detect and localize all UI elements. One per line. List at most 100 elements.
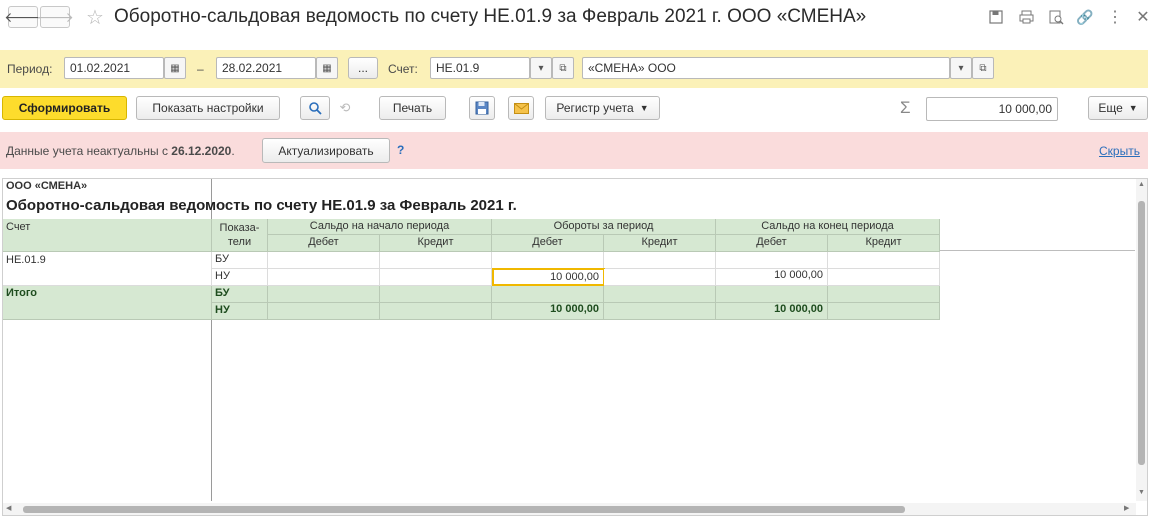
hide-link[interactable]: Скрыть	[1099, 144, 1140, 158]
register-dropdown-button[interactable]: Регистр учета ▼	[545, 96, 660, 120]
header-turnover: Обороты за период	[492, 219, 716, 235]
organization-dropdown-button[interactable]: ▾	[950, 57, 972, 79]
totals-label[interactable]: Итого	[3, 286, 212, 320]
period-to-input[interactable]: 28.02.2021	[216, 57, 316, 79]
calendar-icon: ▦	[170, 62, 180, 74]
more-label: Еще	[1098, 101, 1123, 115]
account-input[interactable]: НЕ.01.9	[430, 57, 530, 79]
close-icon[interactable]: ✕	[1133, 7, 1153, 27]
totals-indicator[interactable]: НУ	[212, 303, 268, 320]
report-title: Оборотно-сальдовая ведомость по счету НЕ…	[6, 197, 517, 214]
scroll-up-icon[interactable]: ▲	[1138, 181, 1145, 188]
search-button[interactable]	[300, 96, 330, 120]
calendar-to-button[interactable]: ▦	[316, 57, 338, 79]
header-opening-credit: Кредит	[380, 235, 492, 252]
link-icon[interactable]: 🔗	[1075, 7, 1095, 27]
row-account[interactable]: НЕ.01.9	[3, 252, 212, 286]
totals-indicator[interactable]: БУ	[212, 286, 268, 303]
vertical-scroll-thumb[interactable]	[1138, 201, 1145, 465]
print-button[interactable]: Печать	[379, 96, 446, 120]
kebab-icon[interactable]: ⋮	[1105, 7, 1125, 27]
table-cell[interactable]	[268, 269, 380, 286]
header-opening-debit: Дебет	[268, 235, 380, 252]
period-label: Период:	[7, 62, 53, 76]
alert-date: 26.12.2020	[171, 144, 232, 158]
open-icon: ⧉	[979, 62, 987, 74]
period-from-input[interactable]: 01.02.2021	[64, 57, 164, 79]
search-icon	[309, 102, 322, 115]
totals-cell[interactable]	[604, 286, 716, 303]
selected-cell[interactable]: 10 000,00	[492, 268, 605, 286]
email-button[interactable]	[508, 96, 534, 120]
totals-cell[interactable]: 10 000,00	[492, 303, 604, 320]
chevron-down-icon: ▾	[538, 62, 544, 74]
horizontal-scrollbar[interactable]: ◀ ▶	[3, 503, 1136, 515]
preview-icon[interactable]	[1046, 7, 1066, 27]
totals-cell[interactable]: 10 000,00	[716, 303, 828, 320]
calendar-icon: ▦	[322, 62, 332, 74]
table-cell[interactable]	[716, 252, 828, 269]
totals-cell[interactable]	[492, 286, 604, 303]
totals-cell[interactable]	[716, 286, 828, 303]
period-dash: –	[197, 62, 204, 76]
search-cancel-icon[interactable]: ⟲	[334, 100, 356, 118]
chevron-down-icon: ▼	[639, 103, 649, 113]
account-dropdown-button[interactable]: ▾	[530, 57, 552, 79]
floppy-icon[interactable]	[986, 7, 1006, 27]
table-cell[interactable]	[492, 252, 604, 269]
chevron-down-icon: ▼	[1128, 103, 1138, 113]
calendar-from-button[interactable]: ▦	[164, 57, 186, 79]
period-choose-button[interactable]: ...	[348, 57, 378, 79]
show-settings-button[interactable]: Показать настройки	[136, 96, 280, 120]
header-closing-credit: Кредит	[828, 235, 940, 252]
header-closing-debit: Дебет	[716, 235, 828, 252]
back-button[interactable]: 🡐	[4, 6, 42, 28]
organization-input[interactable]: «СМЕНА» ООО	[582, 57, 950, 79]
totals-cell[interactable]	[828, 303, 940, 320]
header-closing-balance: Сальдо на конец периода	[716, 219, 940, 235]
totals-cell[interactable]	[268, 286, 380, 303]
printer-icon[interactable]	[1016, 7, 1036, 27]
row-indicator[interactable]: БУ	[212, 252, 268, 269]
outdated-data-bar: Данные учета неактуальны с 26.12.2020. А…	[0, 132, 1148, 169]
table-cell[interactable]	[828, 252, 940, 269]
chevron-down-icon: ▾	[958, 62, 964, 74]
period-bar: Период: 01.02.2021 ▦ – 28.02.2021 ▦ ... …	[0, 50, 1148, 88]
scroll-right-icon[interactable]: ▶	[1124, 504, 1129, 512]
totals-cell[interactable]	[380, 286, 492, 303]
table-cell[interactable]	[828, 269, 940, 286]
header-opening-balance: Сальдо на начало периода	[268, 219, 492, 235]
totals-cell[interactable]	[604, 303, 716, 320]
horizontal-scroll-thumb[interactable]	[23, 506, 905, 513]
favorite-star-icon[interactable]: ☆	[86, 5, 104, 30]
report-area[interactable]: ООО «СМЕНА» Оборотно-сальдовая ведомость…	[2, 178, 1148, 516]
table-cell[interactable]	[380, 269, 492, 286]
header-turnover-debit: Дебет	[492, 235, 604, 252]
table-cell[interactable]: 10 000,00	[716, 269, 828, 286]
table-cell[interactable]	[604, 269, 716, 286]
scroll-left-icon[interactable]: ◀	[6, 504, 11, 512]
organization-open-button[interactable]: ⧉	[972, 57, 994, 79]
header-turnover-credit: Кредит	[604, 235, 716, 252]
totals-cell[interactable]	[828, 286, 940, 303]
totals-cell[interactable]	[268, 303, 380, 320]
table-cell[interactable]	[268, 252, 380, 269]
forward-button[interactable]: 🡒	[36, 6, 74, 28]
table-cell[interactable]	[380, 252, 492, 269]
more-dropdown-button[interactable]: Еще ▼	[1088, 96, 1148, 120]
vertical-scrollbar[interactable]: ▲ ▼	[1136, 179, 1147, 501]
account-open-button[interactable]: ⧉	[552, 57, 574, 79]
generate-button[interactable]: Сформировать	[2, 96, 127, 120]
title-bar: 🡐 🡒 ☆ Оборотно-сальдовая ведомость по сч…	[0, 0, 1168, 44]
scroll-down-icon[interactable]: ▼	[1138, 489, 1145, 496]
save-button[interactable]	[469, 96, 495, 120]
envelope-icon	[513, 102, 529, 114]
help-link[interactable]: ?	[397, 143, 404, 157]
register-label: Регистр учета	[556, 101, 634, 115]
row-indicator[interactable]: НУ	[212, 269, 268, 286]
refresh-button[interactable]: Актуализировать	[262, 138, 390, 163]
totals-cell[interactable]	[380, 303, 492, 320]
account-label: Счет:	[388, 62, 418, 76]
table-cell[interactable]	[604, 252, 716, 269]
sigma-icon: Σ	[900, 98, 911, 117]
